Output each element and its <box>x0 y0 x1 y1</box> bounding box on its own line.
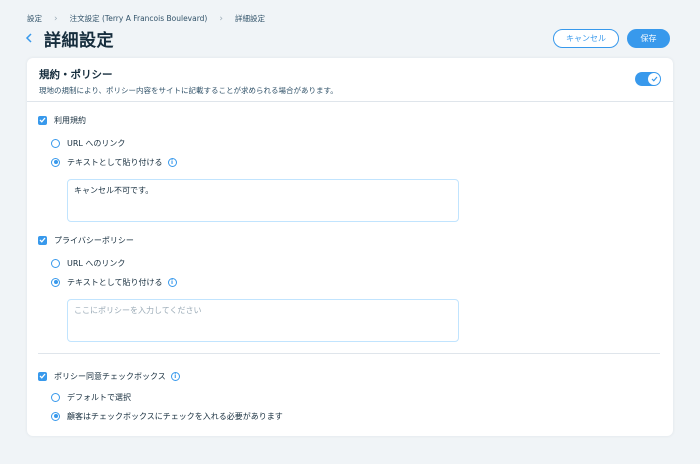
info-icon[interactable]: i <box>170 371 180 381</box>
save-button[interactable]: 保存 <box>627 28 670 48</box>
terms-option-url[interactable]: URL へのリンク <box>51 137 660 149</box>
privacy-radio-url[interactable] <box>51 258 60 268</box>
agreement-radio-required[interactable] <box>51 411 60 421</box>
privacy-radio-text[interactable] <box>51 277 60 287</box>
agreement-checkbox-row: ポリシー同意チェックボックス i <box>38 370 660 382</box>
breadcrumb-item-settings[interactable]: 設定 <box>27 13 42 24</box>
back-icon[interactable] <box>20 29 38 47</box>
terms-option-text[interactable]: テキストとして貼り付ける i <box>51 156 660 168</box>
card-subtitle: 現地の規制により、ポリシー内容をサイトに記載することが求められる場合があります。 <box>39 86 338 95</box>
agreement-option-default-label: デフォルトで選択 <box>67 392 131 402</box>
agreement-option-required[interactable]: 顧客はチェックボックスにチェックを入れる必要があります <box>51 410 660 422</box>
privacy-option-url[interactable]: URL へのリンク <box>51 257 660 269</box>
info-icon[interactable]: i <box>167 277 177 287</box>
privacy-checkbox[interactable] <box>38 235 47 245</box>
page-title: 詳細設定 <box>44 30 114 51</box>
privacy-option-text[interactable]: テキストとして貼り付ける i <box>51 276 660 288</box>
agreement-checkbox[interactable] <box>38 371 47 381</box>
privacy-checkbox-row: プライバシーポリシー <box>38 234 660 246</box>
terms-label: 利用規約 <box>54 115 86 125</box>
terms-radio-text[interactable] <box>51 157 60 167</box>
card-title: 規約・ポリシー <box>39 69 113 81</box>
agreement-section: ポリシー同意チェックボックス i デフォルトで選択 顧客はチェックボックスにチェ… <box>38 370 660 422</box>
privacy-option-url-label: URL へのリンク <box>67 258 126 268</box>
policies-card: 規約・ポリシー 現地の規制により、ポリシー内容をサイトに記載することが求められる… <box>27 58 673 436</box>
terms-option-url-label: URL へのリンク <box>67 138 126 148</box>
agreement-label: ポリシー同意チェックボックス <box>54 371 166 381</box>
breadcrumb: 設定 › 注文設定 (Terry A Francois Boulevard) ›… <box>27 13 265 24</box>
terms-radio-url[interactable] <box>51 138 60 148</box>
terms-checkbox-row: 利用規約 <box>38 114 660 126</box>
chevron-right-icon: › <box>54 13 58 24</box>
terms-text-field[interactable]: キャンセル不可です。 <box>67 179 459 222</box>
page-header: 詳細設定 キャンセル 保存 <box>20 26 670 51</box>
check-icon <box>648 73 660 85</box>
agreement-option-default[interactable]: デフォルトで選択 <box>51 391 660 403</box>
agreement-radio-default[interactable] <box>51 392 60 402</box>
cancel-button[interactable]: キャンセル <box>553 28 619 48</box>
section-divider <box>38 353 660 354</box>
privacy-section: プライバシーポリシー URL へのリンク テキストとして貼り付ける i ここにポ… <box>38 234 660 342</box>
privacy-label: プライバシーポリシー <box>54 235 134 245</box>
info-icon[interactable]: i <box>167 157 177 167</box>
chevron-right-icon: › <box>219 13 223 24</box>
privacy-text-field[interactable]: ここにポリシーを入力してください <box>67 299 459 342</box>
header-actions: キャンセル 保存 <box>553 28 670 48</box>
terms-option-text-label: テキストとして貼り付ける <box>67 157 163 167</box>
policies-toggle[interactable] <box>635 72 661 86</box>
breadcrumb-item-order-settings[interactable]: 注文設定 (Terry A Francois Boulevard) <box>70 13 208 24</box>
breadcrumb-item-advanced: 詳細設定 <box>234 14 265 23</box>
policies-card-header: 規約・ポリシー 現地の規制により、ポリシー内容をサイトに記載することが求められる… <box>27 58 673 102</box>
privacy-option-text-label: テキストとして貼り付ける <box>67 277 163 287</box>
terms-checkbox[interactable] <box>38 115 47 125</box>
terms-section: 利用規約 URL へのリンク テキストとして貼り付ける i キャンセル不可です。 <box>38 114 660 222</box>
agreement-option-required-label: 顧客はチェックボックスにチェックを入れる必要があります <box>67 411 283 421</box>
